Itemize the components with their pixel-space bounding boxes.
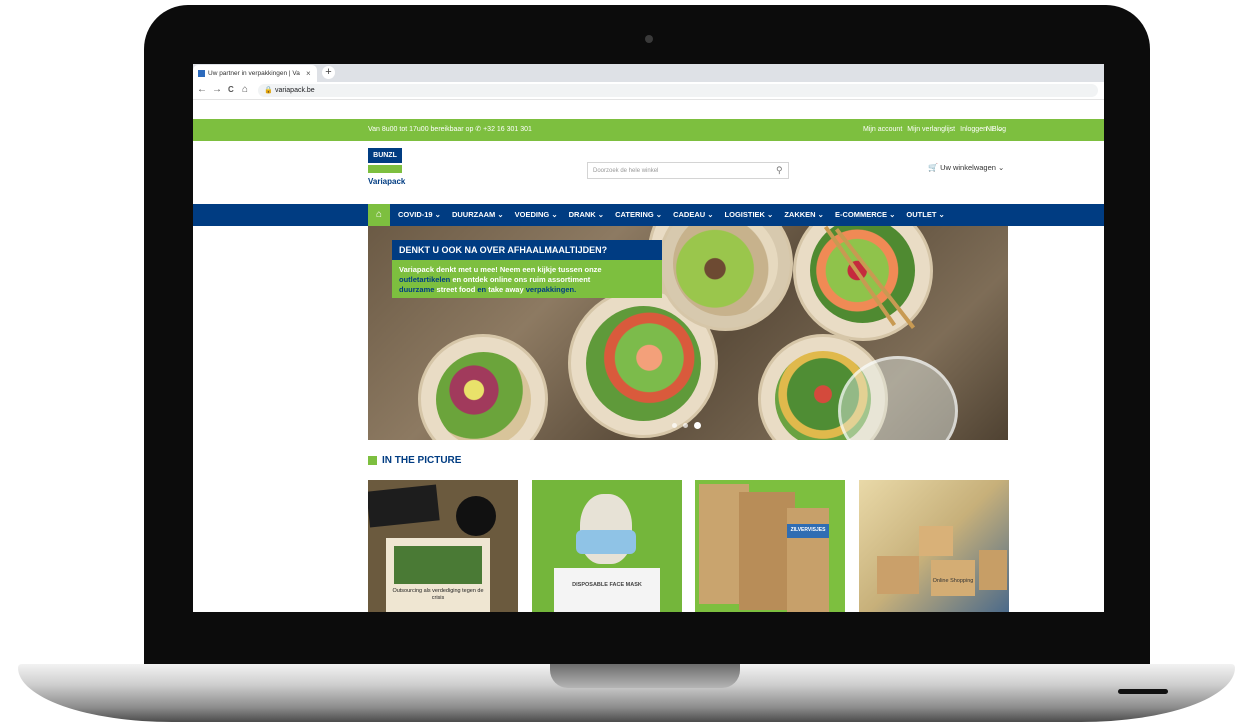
webcam-icon [645,35,653,43]
close-tab-icon[interactable]: × [306,65,311,82]
logo-stripe [368,165,402,173]
slider-dot[interactable] [672,423,677,428]
logo-brand: BUNZL [368,148,402,163]
card-caption: ZILVERVISJES [790,527,826,533]
outlet-link[interactable]: outletartikelen [399,275,450,284]
forward-icon[interactable]: → [212,83,222,97]
menu-item-voeding[interactable]: VOEDING ⌄ [515,204,558,226]
category-menu: COVID-19 ⌄ DUURZAAM ⌄ VOEDING ⌄ DRANK ⌄ … [398,204,945,226]
mug-image [456,496,496,536]
logo-name: Variapack [368,177,406,186]
flyer-image: Outsourcing als verdediging tegen de cri… [386,538,490,612]
menu-item-covid[interactable]: COVID-19 ⌄ [398,204,441,226]
picture-card[interactable]: Online Shopping [859,480,1009,612]
menu-item-zakken[interactable]: ZAKKEN ⌄ [784,204,824,226]
phone-info: Van 8u00 tot 17u00 bereikbaar op ✆ +32 1… [368,126,532,133]
duurzame-link[interactable]: duurzame [399,285,434,294]
my-account-link[interactable]: Mijn account [863,119,902,141]
face-mask-image [576,530,636,554]
main-navigation: ⌂ COVID-19 ⌄ DUURZAAM ⌄ VOEDING ⌄ DRANK … [193,204,1104,226]
box-image [919,526,953,556]
card-caption: Outsourcing als verdediging tegen de cri… [392,588,484,601]
login-link[interactable]: Inloggen [960,119,987,141]
hero-promo-box[interactable]: DENKT U OOK NA OVER AFHAALMAALTIJDEN? Va… [392,240,662,308]
menu-item-duurzaam[interactable]: DUURZAAM ⌄ [452,204,504,226]
picture-card[interactable]: ZILVERVISJES [695,480,845,612]
hero-title: DENKT U OOK NA OVER AFHAALMAALTIJDEN? [392,240,662,260]
laptop-port [1118,689,1168,694]
box-image [979,550,1007,590]
picture-card[interactable]: Outsourcing als verdediging tegen de cri… [368,480,518,612]
wishlist-link[interactable]: Mijn verlanglijst [907,119,955,141]
search-input[interactable]: Doorzoek de hele winkel [587,162,789,179]
menu-item-cadeau[interactable]: CADEAU ⌄ [673,204,713,226]
food-bowl-image [418,334,548,440]
new-tab-button[interactable]: + [322,66,335,79]
cart-icon: 🛒 [928,163,938,172]
card-caption: DISPOSABLE FACE MASK [572,582,642,588]
home-nav-button[interactable]: ⌂ [368,204,390,226]
box-image: Online Shopping [931,560,975,596]
section-title: IN THE PICTURE [382,454,462,466]
slider-dots [672,422,701,429]
verpakkingen-link[interactable]: verpakkingen. [526,285,576,294]
favicon-icon [198,70,205,77]
laptop-notch [550,664,740,688]
language-switcher[interactable]: NL ⌄ [986,119,1003,141]
site-topbar: Van 8u00 tot 17u00 bereikbaar op ✆ +32 1… [193,119,1104,141]
browser-tab[interactable]: Uw partner in verpakkingen | Variapack × [193,65,317,82]
account-links: Mijn account Mijn verlanglijst Inloggen … [863,119,1006,141]
menu-item-drank[interactable]: DRANK ⌄ [569,204,604,226]
section-heading: IN THE PICTURE [368,454,461,466]
hero-text: Variapack denkt met u mee! Neem een kijk… [392,260,662,298]
menu-item-outlet[interactable]: OUTLET ⌄ [906,204,944,226]
laptop-screen: Uw partner in verpakkingen | Variapack ×… [193,64,1104,612]
section-square-icon [368,455,377,465]
slider-dot[interactable] [683,423,688,428]
home-icon[interactable]: ⌂ [242,83,248,97]
box-image [877,556,919,594]
package-image: ZILVERVISJES [787,508,829,612]
lock-icon: 🔒 [264,87,273,94]
cart-button[interactable]: 🛒 Uw winkelwagen ⌄ [928,161,1004,175]
cart-label: Uw winkelwagen ⌄ [940,163,1005,172]
picture-card[interactable]: DISPOSABLE FACE MASK [532,480,682,612]
card-caption: Online Shopping [932,578,974,584]
reload-icon[interactable]: C [228,83,234,97]
menu-item-catering[interactable]: CATERING ⌄ [615,204,662,226]
en-link[interactable]: en [477,285,486,294]
home-nav-icon: ⌂ [375,209,383,220]
menu-item-ecommerce[interactable]: E-COMMERCE ⌄ [835,204,895,226]
address-bar: ← → C ⌂ 🔒 variapack.be [193,82,1104,100]
keyboard-image [368,484,440,528]
browser-tab-bar: Uw partner in verpakkingen | Variapack ×… [193,64,1104,82]
tab-title: Uw partner in verpakkingen | Variapack [208,70,300,77]
back-icon[interactable]: ← [197,83,207,97]
slider-dot-active[interactable] [694,422,701,429]
site-logo[interactable]: BUNZL Variapack [368,148,406,196]
url-text: variapack.be [275,87,315,94]
menu-item-logistiek[interactable]: LOGISTIEK ⌄ [725,204,774,226]
url-input[interactable]: 🔒 variapack.be [258,84,1098,97]
laptop-base [18,664,1235,722]
hero-slider[interactable]: DENKT U OOK NA OVER AFHAALMAALTIJDEN? Va… [368,226,1008,440]
mask-box-image: DISPOSABLE FACE MASK [554,568,660,612]
